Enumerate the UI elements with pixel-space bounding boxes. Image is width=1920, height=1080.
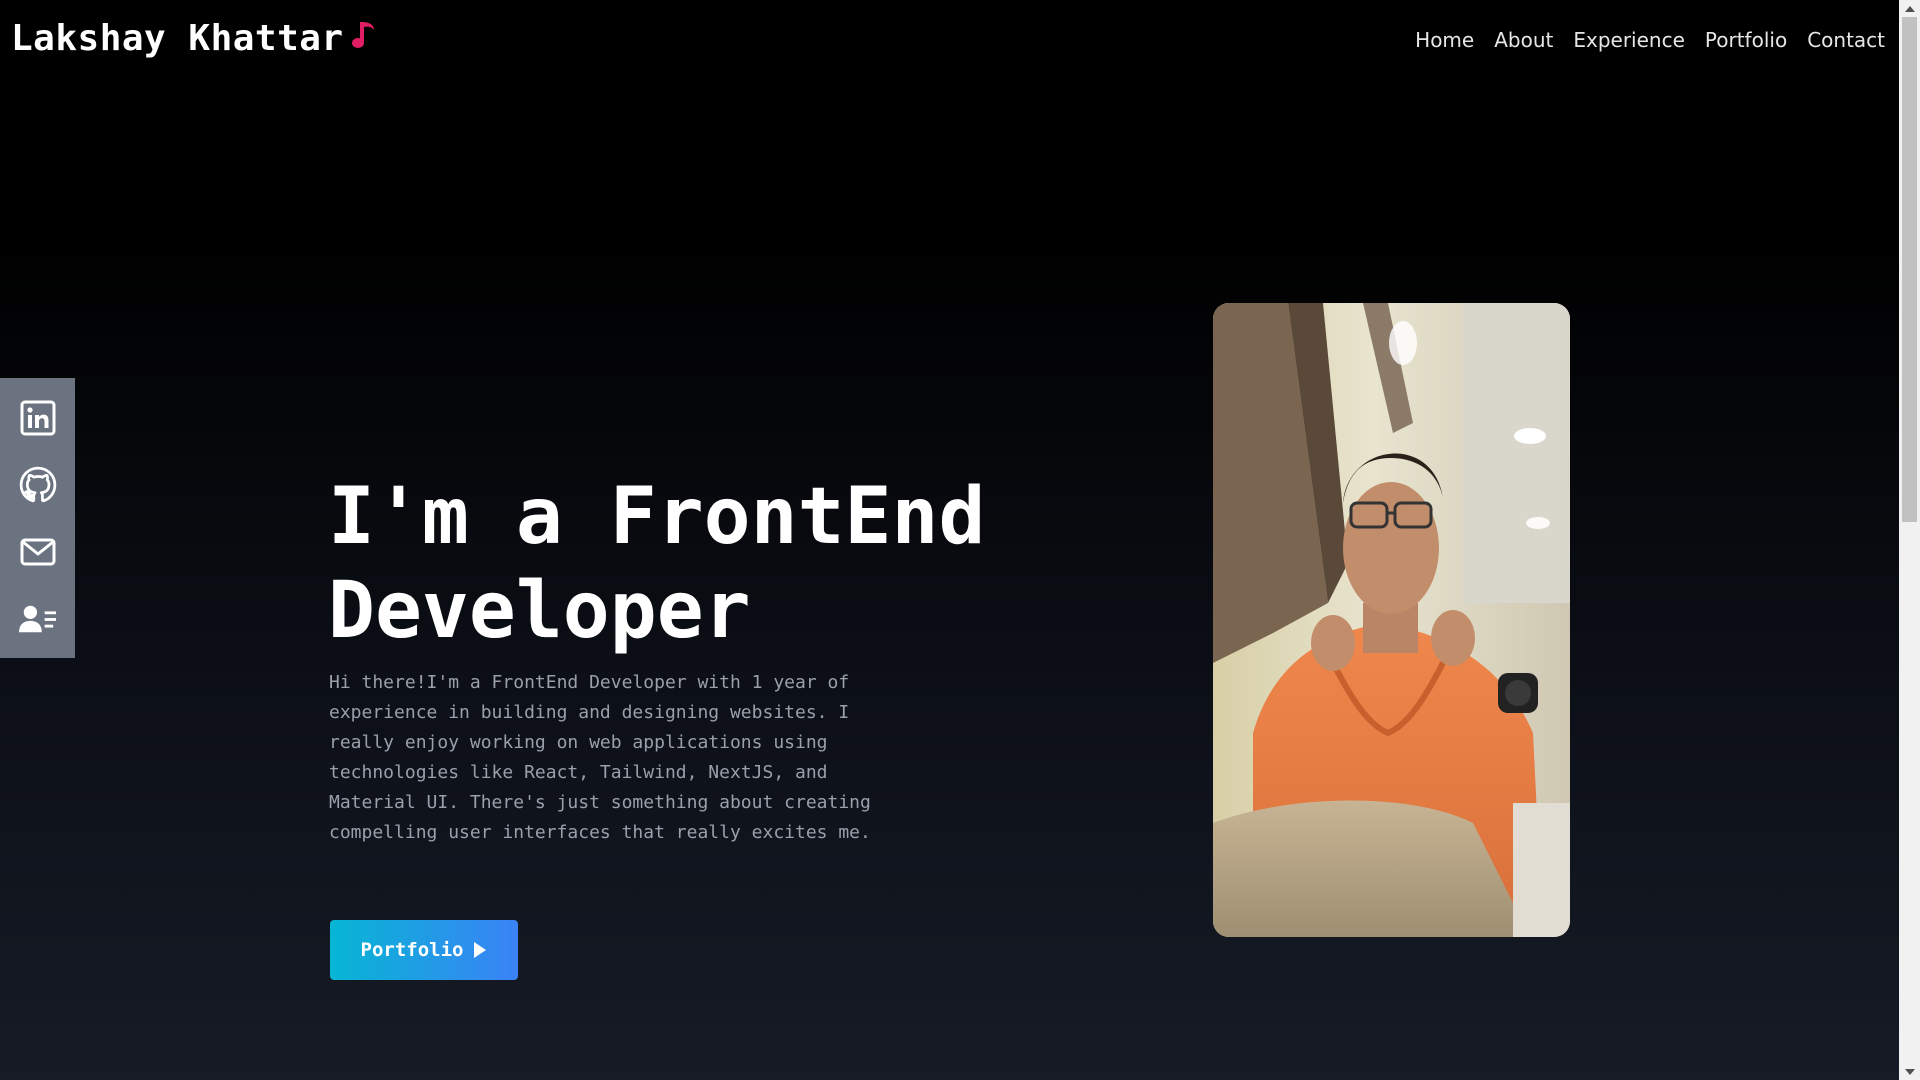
brand-name: Lakshay Khattar	[11, 18, 344, 59]
navbar: Lakshay Khattar Home About Experience Po…	[0, 0, 1899, 82]
brand-logo[interactable]: Lakshay Khattar	[11, 18, 378, 59]
page: Lakshay Khattar Home About Experience Po…	[0, 0, 1899, 1080]
mail-icon[interactable]	[19, 533, 57, 571]
nav-portfolio-link[interactable]: Portfolio	[1705, 28, 1787, 52]
nav-experience-link[interactable]: Experience	[1573, 28, 1685, 52]
main-nav: Home About Experience Portfolio Contact	[1415, 28, 1885, 52]
play-arrow-icon	[474, 942, 487, 958]
scrollbar-thumb[interactable]	[1902, 17, 1917, 522]
nav-about-link[interactable]: About	[1494, 28, 1553, 52]
nav-home-link[interactable]: Home	[1415, 28, 1474, 52]
hero-description: Hi there!I'm a FrontEnd Developer with 1…	[329, 672, 871, 843]
vertical-scrollbar[interactable]	[1899, 0, 1920, 1080]
profile-photo	[1213, 303, 1570, 937]
scroll-up-arrow-icon[interactable]	[1899, 0, 1920, 17]
hero-title: I'm a FrontEnd Developer	[328, 472, 986, 656]
github-icon[interactable]	[19, 466, 57, 504]
music-note-icon	[351, 21, 374, 48]
contact-card-icon[interactable]	[18, 600, 57, 638]
profile-photo-illustration	[1213, 303, 1570, 937]
social-links-bar	[0, 378, 75, 658]
nav-contact-link[interactable]: Contact	[1807, 28, 1885, 52]
linkedin-icon[interactable]	[19, 399, 57, 437]
scroll-down-arrow-icon[interactable]	[1899, 1063, 1920, 1080]
portfolio-button-label: Portfolio	[360, 939, 464, 961]
portfolio-button[interactable]: Portfolio	[330, 920, 518, 980]
